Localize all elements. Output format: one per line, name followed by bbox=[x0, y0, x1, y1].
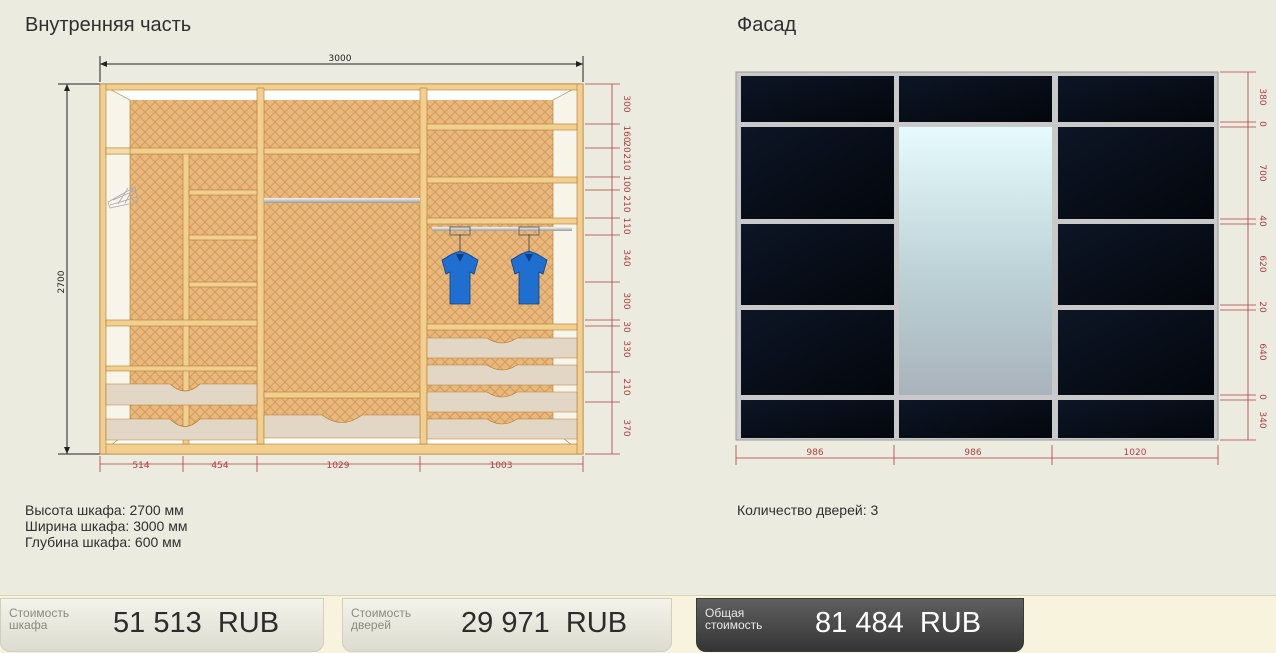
cost-bar: Стоимость шкафа 51 513 RUB Стоимость две… bbox=[0, 595, 1276, 653]
svg-text:20: 20 bbox=[621, 141, 631, 153]
svg-text:210: 210 bbox=[621, 195, 631, 212]
svg-text:330: 330 bbox=[621, 340, 631, 357]
cabinet-height: Высота шкафа: 2700 мм bbox=[25, 502, 184, 518]
door-count: Количество дверей: 3 bbox=[737, 502, 879, 518]
overall-height-label: 2700 bbox=[57, 270, 67, 293]
svg-text:160: 160 bbox=[621, 125, 631, 142]
svg-text:340: 340 bbox=[1257, 411, 1267, 428]
right-dimensions bbox=[585, 83, 620, 455]
svg-text:380: 380 bbox=[1257, 88, 1267, 105]
facade-bottom-dim-label: 986 bbox=[806, 448, 823, 458]
svg-text:0: 0 bbox=[1257, 121, 1267, 127]
cabinet-width: Ширина шкафа: 3000 мм bbox=[25, 518, 188, 534]
svg-text:110: 110 bbox=[621, 217, 631, 234]
facade-title: Фасад bbox=[737, 14, 797, 36]
right-dim-labels: 300 160 20 210 100 210 110 340 300 30 33… bbox=[621, 95, 631, 436]
svg-text:40: 40 bbox=[1257, 215, 1267, 227]
svg-text:300: 300 bbox=[621, 292, 631, 309]
mirror-panel bbox=[899, 127, 1052, 395]
svg-text:300: 300 bbox=[621, 95, 631, 112]
svg-text:30: 30 bbox=[621, 321, 631, 333]
svg-text:700: 700 bbox=[1257, 164, 1267, 181]
total-cost: Общая стоимость 81 484 RUB bbox=[696, 598, 1024, 652]
svg-text:370: 370 bbox=[621, 419, 631, 436]
interior-title: Внутренняя часть bbox=[25, 14, 192, 36]
overall-width-label: 3000 bbox=[329, 54, 352, 64]
facade-right-dim-labels: 380 0 700 40 620 20 640 0 340 bbox=[1257, 88, 1267, 428]
svg-text:210: 210 bbox=[621, 153, 631, 170]
bottom-dim-label: 514 bbox=[132, 461, 149, 471]
cabinet-cost-value: 51 513 RUB bbox=[113, 607, 280, 639]
svg-text:340: 340 bbox=[621, 249, 631, 266]
svg-text:0: 0 bbox=[1257, 394, 1267, 400]
svg-text:100: 100 bbox=[621, 175, 631, 192]
total-cost-label: Общая стоимость bbox=[705, 606, 763, 632]
svg-text:640: 640 bbox=[1257, 343, 1267, 360]
facade-info: Количество дверей: 3 bbox=[737, 502, 878, 518]
svg-text:620: 620 bbox=[1257, 255, 1267, 272]
door-right bbox=[1058, 76, 1214, 438]
svg-text:210: 210 bbox=[621, 378, 631, 395]
cabinet-info: Высота шкафа: 2700 мм Ширина шкафа: 3000… bbox=[25, 502, 187, 550]
interior-drawing: 3000 2700 514 454 1029 1003 300 160 20 2… bbox=[57, 54, 631, 472]
cabinet-depth: Глубина шкафа: 600 мм bbox=[25, 534, 182, 550]
cabinet-cost: Стоимость шкафа 51 513 RUB bbox=[0, 598, 324, 652]
door-middle bbox=[899, 76, 1052, 438]
total-cost-value: 81 484 RUB bbox=[815, 607, 982, 639]
doors-cost: Стоимость дверей 29 971 RUB bbox=[342, 598, 672, 652]
door-left bbox=[741, 76, 894, 438]
facade-right-dimensions bbox=[1220, 71, 1256, 441]
bottom-dim-label: 1029 bbox=[327, 461, 350, 471]
overall-height-dimension: 2700 bbox=[57, 83, 100, 455]
doors-cost-value: 29 971 RUB bbox=[461, 607, 628, 639]
facade-drawing: 986 986 1020 380 0 700 40 620 20 640 0 3… bbox=[735, 71, 1267, 465]
bottom-dim-label: 1003 bbox=[490, 461, 513, 471]
overall-width-dimension: 3000 bbox=[99, 54, 584, 82]
bottom-dim-label: 454 bbox=[211, 461, 228, 471]
facade-bottom-dim-label: 986 bbox=[964, 448, 981, 458]
doors-cost-label: Стоимость дверей bbox=[351, 606, 412, 632]
cabinet-cost-label: Стоимость шкафа bbox=[9, 606, 70, 632]
hanging-rail-middle bbox=[264, 198, 420, 203]
hanging-rail-right bbox=[432, 227, 572, 231]
facade-bottom-dim-label: 1020 bbox=[1124, 448, 1147, 458]
svg-text:20: 20 bbox=[1257, 301, 1267, 313]
